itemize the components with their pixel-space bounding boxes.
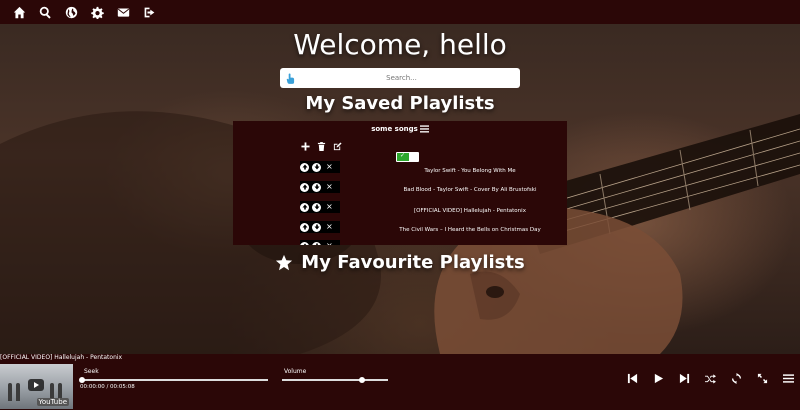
song-row-controls: × bbox=[300, 161, 340, 173]
seek-label: Seek bbox=[84, 368, 99, 375]
youtube-logo: YouTube bbox=[36, 398, 69, 406]
next-icon[interactable] bbox=[678, 372, 690, 384]
move-down-icon[interactable] bbox=[312, 222, 321, 232]
volume-knob[interactable] bbox=[358, 377, 365, 383]
favourite-playlists-heading: My Favourite Playlists bbox=[0, 252, 800, 273]
envelope-icon[interactable] bbox=[110, 0, 136, 24]
move-up-icon[interactable] bbox=[300, 162, 309, 172]
fullscreen-icon[interactable] bbox=[756, 372, 768, 384]
search-bar bbox=[280, 68, 520, 88]
add-icon[interactable] bbox=[300, 141, 310, 151]
gear-icon[interactable] bbox=[84, 0, 110, 24]
video-thumbnail[interactable]: YouTube bbox=[0, 364, 73, 409]
song-item[interactable]: Taylor Swift - You Belong With Me bbox=[373, 168, 567, 174]
home-icon[interactable] bbox=[6, 0, 32, 24]
song-row-controls: × bbox=[300, 221, 340, 233]
move-up-icon[interactable] bbox=[300, 222, 309, 232]
remove-icon[interactable]: × bbox=[326, 223, 333, 231]
sign-out-icon[interactable] bbox=[136, 0, 162, 24]
menu-icon[interactable] bbox=[782, 372, 794, 384]
seek-slider[interactable] bbox=[79, 377, 268, 383]
player-controls bbox=[626, 372, 794, 384]
song-item[interactable]: Bad Blood - Taylor Swift - Cover By Ali … bbox=[373, 187, 567, 193]
remove-icon[interactable]: × bbox=[326, 183, 333, 191]
move-down-icon[interactable] bbox=[312, 202, 321, 212]
move-down-icon[interactable] bbox=[312, 241, 321, 245]
previous-icon[interactable] bbox=[626, 372, 638, 384]
list-icon bbox=[419, 125, 429, 133]
repeat-icon[interactable] bbox=[730, 372, 742, 384]
welcome-heading: Welcome, hello bbox=[293, 28, 507, 61]
favourite-playlists-label: My Favourite Playlists bbox=[301, 252, 525, 273]
search-input[interactable] bbox=[297, 74, 506, 82]
media-player: [OFFICIAL VIDEO] Hallelujah - Pentatonix… bbox=[0, 354, 800, 410]
remove-icon[interactable]: × bbox=[326, 163, 333, 171]
hand-pointer-icon bbox=[283, 71, 297, 85]
song-row-controls: × bbox=[300, 240, 340, 245]
playlist-toggle[interactable] bbox=[396, 152, 419, 162]
saved-playlists-heading: My Saved Playlists bbox=[305, 93, 495, 114]
play-icon[interactable] bbox=[652, 372, 664, 384]
move-up-icon[interactable] bbox=[300, 182, 309, 192]
edit-icon[interactable] bbox=[332, 141, 342, 151]
time-display: 00:00:00 / 00:05:08 bbox=[80, 384, 135, 390]
move-down-icon[interactable] bbox=[312, 182, 321, 192]
top-nav-bar bbox=[0, 0, 800, 24]
globe-icon[interactable] bbox=[58, 0, 84, 24]
playlist-name-label: some songs bbox=[371, 125, 418, 133]
shuffle-icon[interactable] bbox=[704, 372, 716, 384]
play-video-icon[interactable] bbox=[28, 379, 44, 391]
playlist-card: some songs × Taylor Swift - You Belong W… bbox=[233, 121, 567, 245]
playlist-name[interactable]: some songs bbox=[233, 125, 567, 133]
seek-knob[interactable] bbox=[79, 377, 85, 383]
search-icon[interactable] bbox=[32, 0, 58, 24]
move-down-icon[interactable] bbox=[312, 162, 321, 172]
trash-icon[interactable] bbox=[316, 141, 326, 151]
song-item[interactable]: The Civil Wars – I Heard the Bells on Ch… bbox=[373, 227, 567, 233]
move-up-icon[interactable] bbox=[300, 241, 309, 245]
move-up-icon[interactable] bbox=[300, 202, 309, 212]
remove-icon[interactable]: × bbox=[326, 203, 333, 211]
volume-label: Volume bbox=[284, 368, 307, 375]
remove-icon[interactable]: × bbox=[326, 242, 333, 246]
star-icon bbox=[276, 254, 293, 270]
now-playing-title: [OFFICIAL VIDEO] Hallelujah - Pentatonix bbox=[0, 354, 123, 361]
song-row-controls: × bbox=[300, 201, 340, 213]
song-item[interactable]: [OFFICIAL VIDEO] Hallelujah - Pentatonix bbox=[373, 208, 567, 214]
song-row-controls: × bbox=[300, 181, 340, 193]
playlist-actions bbox=[300, 141, 342, 151]
volume-slider[interactable] bbox=[282, 377, 388, 383]
